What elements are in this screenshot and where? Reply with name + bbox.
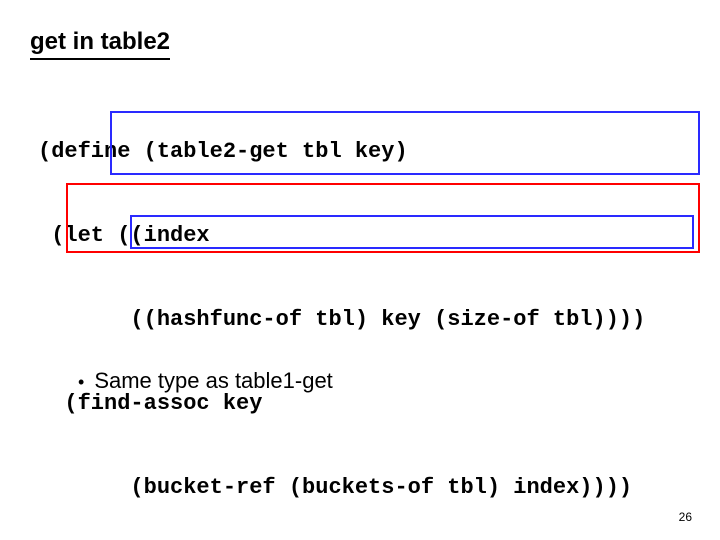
highlight-box-bucket-ref	[130, 215, 694, 249]
slide: get in table2 (define (table2-get tbl ke…	[0, 0, 720, 540]
slide-title: get in table2	[30, 28, 170, 60]
highlight-box-index-expr	[110, 111, 700, 175]
bullet-dot-icon: •	[78, 371, 84, 393]
code-line-4: (find-assoc key	[38, 390, 645, 418]
bullet-item: • Same type as table1-get	[78, 368, 333, 394]
code-line-5: (bucket-ref (buckets-of tbl) index))))	[38, 474, 645, 502]
bullet-text: Same type as table1-get	[94, 368, 332, 393]
slide-number: 26	[679, 510, 692, 524]
code-line-3: ((hashfunc-of tbl) key (size-of tbl))))	[38, 306, 645, 334]
